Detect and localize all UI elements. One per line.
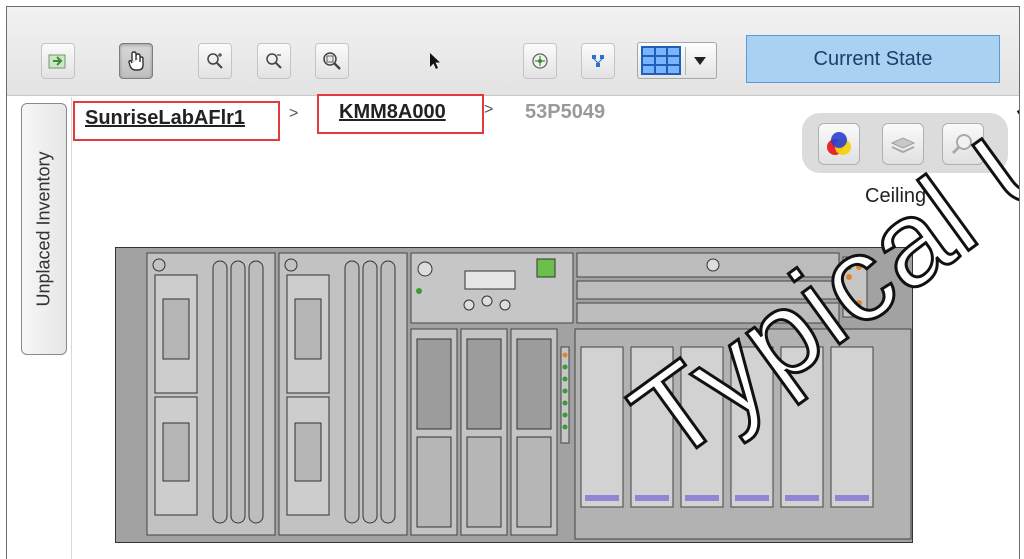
pan-button[interactable] bbox=[119, 43, 153, 79]
unplaced-inventory-tab[interactable]: Unplaced Inventory bbox=[21, 103, 67, 355]
drive-bay-middle[interactable] bbox=[278, 252, 408, 536]
zoom-fit-button[interactable] bbox=[315, 43, 349, 79]
drive-bay-left[interactable] bbox=[146, 252, 276, 536]
breadcrumb: SunriseLabAFlr1 bbox=[85, 107, 245, 130]
layout-button[interactable] bbox=[581, 43, 615, 79]
zoom-in-button[interactable] bbox=[198, 43, 232, 79]
current-state-button[interactable]: Current State bbox=[746, 35, 1000, 83]
grid-view-icon bbox=[641, 46, 681, 75]
color-layers-button[interactable] bbox=[818, 123, 860, 165]
chevron-down-icon bbox=[694, 57, 706, 65]
zoom-in-icon bbox=[207, 53, 223, 69]
pci-slots[interactable] bbox=[576, 252, 868, 324]
zoom-out-icon bbox=[266, 53, 282, 69]
zoom-fit-icon bbox=[323, 52, 341, 70]
compass-icon bbox=[532, 53, 548, 69]
ceiling-label: Ceiling bbox=[865, 185, 927, 207]
server-chassis[interactable] bbox=[115, 247, 913, 543]
magnifier-button[interactable] bbox=[942, 123, 984, 165]
layers-button[interactable] bbox=[882, 123, 924, 165]
pointer-arrow-icon bbox=[430, 53, 440, 69]
breadcrumb-separator: > bbox=[484, 101, 494, 118]
breadcrumb-item-rack[interactable]: KMM8A000 bbox=[339, 101, 446, 123]
breadcrumb-item-current: 53P5049 bbox=[525, 101, 606, 123]
network-icon bbox=[592, 55, 604, 67]
magnifier-icon bbox=[951, 134, 972, 155]
fan-modules[interactable] bbox=[410, 328, 570, 536]
ceiling-toolbar bbox=[802, 113, 1008, 173]
toolbar: Current State bbox=[7, 7, 1019, 96]
navigate-button[interactable] bbox=[523, 43, 557, 79]
breadcrumb-item-site[interactable]: SunriseLabAFlr1 bbox=[85, 107, 245, 129]
hand-icon bbox=[128, 51, 144, 71]
breadcrumb-separator: > bbox=[289, 105, 299, 122]
layers-icon bbox=[890, 137, 916, 154]
export-button[interactable] bbox=[41, 43, 75, 79]
main-window: Current State Unplaced Inventory Sunrise… bbox=[6, 6, 1020, 559]
control-panel[interactable] bbox=[410, 252, 574, 324]
grid-view-dropdown[interactable] bbox=[637, 42, 717, 79]
disk-drive-bays[interactable] bbox=[574, 328, 912, 540]
color-layers-icon bbox=[827, 132, 851, 155]
select-button[interactable] bbox=[418, 43, 452, 79]
unplaced-inventory-label: Unplaced Inventory bbox=[33, 151, 54, 307]
zoom-out-button[interactable] bbox=[257, 43, 291, 79]
export-icon bbox=[48, 54, 66, 69]
